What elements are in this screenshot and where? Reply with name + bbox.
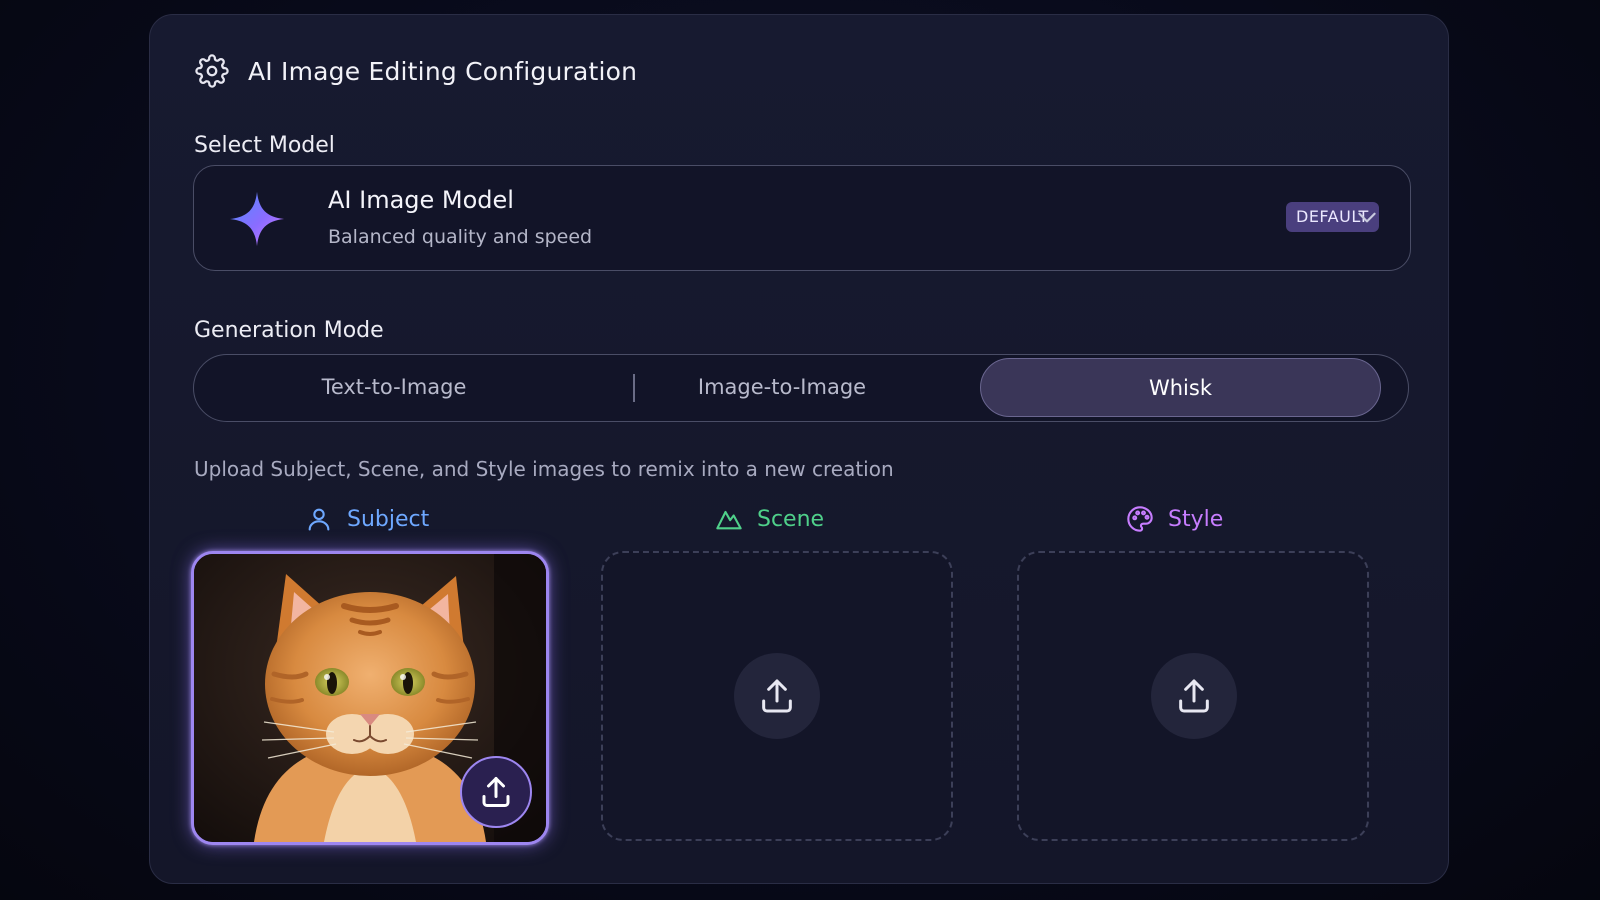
subject-label-text: Subject — [347, 506, 430, 532]
style-label-text: Style — [1168, 506, 1224, 532]
gear-icon — [194, 53, 230, 89]
person-icon — [308, 508, 330, 531]
palette-icon — [1127, 506, 1153, 532]
panel-header: AI Image Editing Configuration — [194, 53, 637, 89]
upload-icon — [482, 777, 510, 807]
upload-icon — [1179, 679, 1209, 713]
subject-label: Subject — [305, 505, 429, 533]
style-upload-button[interactable] — [1151, 653, 1237, 739]
style-upload-slot[interactable] — [1017, 551, 1369, 841]
scene-upload-button[interactable] — [734, 653, 820, 739]
model-description: Balanced quality and speed — [328, 226, 593, 248]
style-label: Style — [1126, 505, 1223, 533]
subject-upload-slot[interactable] — [191, 551, 549, 845]
scene-upload-slot[interactable] — [601, 551, 953, 841]
scene-label: Scene — [715, 505, 824, 533]
chevron-down-icon[interactable] — [1354, 204, 1380, 230]
page-title: AI Image Editing Configuration — [248, 56, 638, 86]
upload-icon — [762, 679, 792, 713]
scene-label-text: Scene — [757, 506, 825, 532]
subject-upload-button[interactable] — [460, 756, 532, 828]
generation-mode-label: Generation Mode — [194, 318, 384, 343]
tab-text-to-image[interactable]: Text-to-Image — [194, 355, 594, 420]
model-select-dropdown[interactable]: AI Image Model Balanced quality and spee… — [193, 165, 1411, 271]
generation-mode-selector: Text-to-Image Image-to-Image Whisk — [193, 354, 1409, 422]
model-name: AI Image Model — [328, 186, 514, 214]
mode-hint: Upload Subject, Scene, and Style images … — [194, 457, 894, 481]
tab-whisk[interactable]: Whisk — [980, 358, 1381, 417]
sparkle-star-icon — [229, 191, 285, 247]
mountain-icon — [716, 510, 742, 530]
tab-image-to-image[interactable]: Image-to-Image — [582, 355, 982, 420]
select-model-label: Select Model — [194, 133, 335, 158]
config-panel: AI Image Editing Configuration Select Mo… — [149, 14, 1449, 884]
